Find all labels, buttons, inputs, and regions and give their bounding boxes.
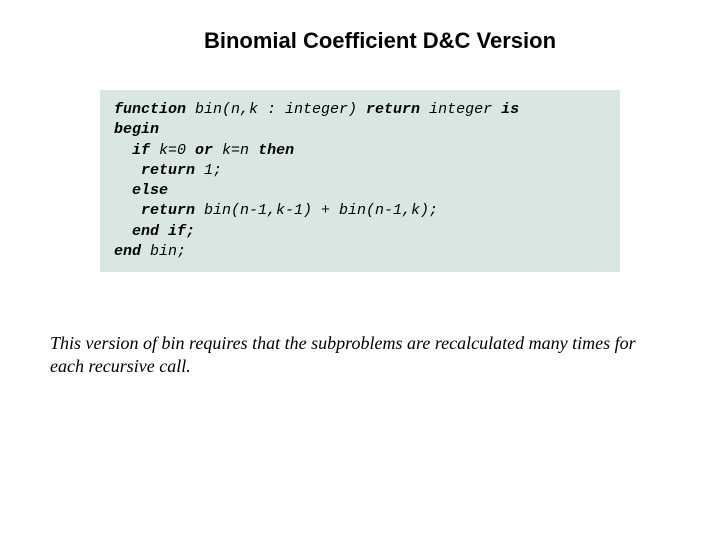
code-kw: then: [258, 142, 294, 159]
code-kw: return: [114, 162, 195, 179]
code-kw: is: [501, 101, 519, 118]
page-title: Binomial Coefficient D&C Version: [0, 0, 720, 54]
code-text: k=0: [150, 142, 195, 159]
code-kw: else: [114, 182, 168, 199]
code-block: function bin(n,k : integer) return integ…: [100, 90, 620, 272]
code-text: 1;: [195, 162, 222, 179]
code-kw: end: [114, 243, 141, 260]
code-text: bin(n,k : integer): [186, 101, 366, 118]
code-kw: begin: [114, 121, 159, 138]
code-kw: return: [114, 202, 195, 219]
code-text: bin(n-1,k-1) + bin(n-1,k);: [195, 202, 438, 219]
code-kw: if: [114, 142, 150, 159]
code-kw: end if;: [114, 223, 195, 240]
code-text: bin;: [141, 243, 186, 260]
code-kw: or: [195, 142, 213, 159]
code-text: integer: [420, 101, 501, 118]
code-text: k=n: [213, 142, 258, 159]
code-kw: return: [366, 101, 420, 118]
caption-text: This version of bin requires that the su…: [50, 332, 670, 379]
code-kw: function: [114, 101, 186, 118]
